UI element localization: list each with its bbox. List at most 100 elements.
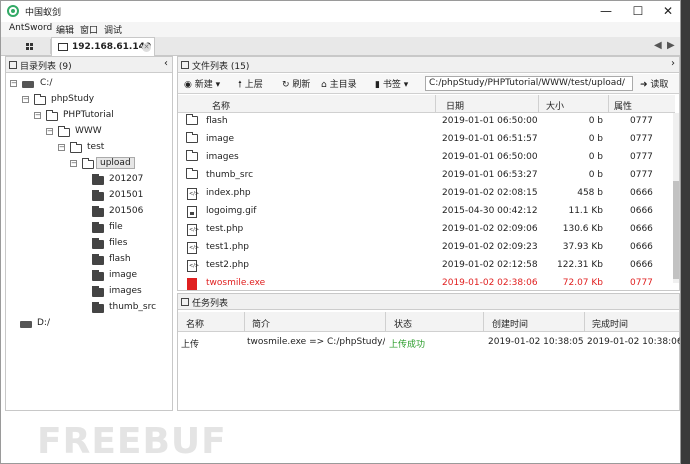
collapse-left-icon[interactable]: ‹: [164, 58, 168, 69]
folder-open-icon: [82, 158, 94, 169]
task-col-desc[interactable]: 简介: [252, 317, 270, 330]
file-size: 72.07 Kb: [562, 278, 603, 288]
tree-toggle-icon[interactable]: −: [58, 144, 65, 151]
file-size: 458 b: [577, 188, 603, 198]
task-desc: twosmile.exe => C:/phpStudy/PHPT: [247, 337, 385, 347]
up-button[interactable]: 🠕 上层: [238, 77, 263, 91]
file-size: 130.6 Kb: [562, 224, 603, 234]
tab-home[interactable]: [9, 39, 51, 54]
task-col-name[interactable]: 名称: [186, 317, 204, 330]
folder-icon: [92, 222, 104, 233]
path-input[interactable]: C:/phpStudy/PHPTutorial/WWW/test/upload/: [425, 76, 633, 91]
file-size: 122.31 Kb: [557, 260, 603, 270]
tree-node-label: file: [109, 222, 123, 232]
plus-circle-icon: ◉: [184, 80, 192, 90]
file-row[interactable]: </> test1.php 2019-01-02 02:09:23 37.93 Kb 0…: [178, 239, 675, 257]
read-button[interactable]: ➜ 读取: [640, 77, 668, 90]
menu-window[interactable]: 窗口: [80, 23, 98, 36]
tree-node-label-selected: upload: [96, 157, 135, 169]
folder-icon: [92, 190, 104, 201]
tree-node-label: files: [109, 238, 128, 248]
task-created: 2019-01-02 10:38:05: [488, 337, 584, 347]
background-window-edge: [681, 0, 690, 464]
tab-host-label: 192.168.61.140: [72, 42, 152, 52]
file-perm: 0666: [630, 224, 653, 234]
file-perm: 0777: [630, 134, 653, 144]
home-icon: ⌂: [321, 80, 327, 90]
bookmark-icon: ▮: [375, 80, 380, 90]
folder-open-icon: [34, 94, 46, 105]
tree-node-label: flash: [109, 254, 131, 264]
tree-node-label: WWW: [75, 126, 102, 136]
task-list-icon: [181, 298, 189, 306]
col-name[interactable]: 名称: [212, 99, 230, 112]
tab-scroll-left-icon[interactable]: ◀: [654, 40, 662, 51]
scrollbar-thumb[interactable]: [673, 181, 679, 279]
file-size: 0 b: [588, 170, 603, 180]
antsword-window: 中国蚁剑 — ☐ ✕ AntSword 编辑 窗口 调试 192.168.61.…: [0, 0, 681, 464]
new-button[interactable]: ◉ 新建 ▾: [184, 77, 220, 91]
tree-node-label: thumb_src: [109, 302, 157, 312]
file-row[interactable]: </> test2.php 2019-01-02 02:12:58 122.31 Kb…: [178, 257, 675, 275]
bookmark-button[interactable]: ▮ 书签 ▾: [375, 77, 408, 91]
file-perm: 0777: [630, 278, 653, 288]
col-date[interactable]: 日期: [446, 99, 464, 112]
file-perm: 0666: [630, 206, 653, 216]
col-perm[interactable]: 属性: [614, 99, 632, 112]
refresh-button[interactable]: ↻ 刷新: [282, 77, 310, 91]
directory-panel-header: 目录列表 (9) ‹: [6, 57, 172, 73]
file-row[interactable]: twosmile.exe 2019-01-02 02:38:06 72.07 Kb 0…: [178, 275, 675, 293]
file-date: 2019-01-01 06:51:57: [442, 134, 538, 144]
file-size: 11.1 Kb: [568, 206, 603, 216]
maximize-button[interactable]: ☐: [623, 1, 653, 22]
tree-toggle-icon[interactable]: −: [22, 96, 29, 103]
file-date: 2019-01-02 02:09:06: [442, 224, 538, 234]
minimize-button[interactable]: —: [591, 1, 621, 22]
tab-host[interactable]: 192.168.61.140 ✕: [51, 37, 155, 56]
task-col-finished[interactable]: 完成时间: [592, 317, 628, 330]
directory-panel: 目录列表 (9) ‹ − C:/ − phpStudy − PHPTutoria…: [5, 56, 173, 411]
menu-debug[interactable]: 调试: [104, 23, 122, 36]
tree-toggle-icon[interactable]: −: [70, 160, 77, 167]
task-table-header: 名称 简介 状态 创建时间 完成时间: [178, 312, 679, 332]
file-name: logoimg.gif: [206, 206, 257, 216]
home-button[interactable]: ⌂ 主目录: [321, 77, 357, 91]
new-label: 新建: [194, 80, 213, 90]
arrow-up-icon: 🠕: [238, 80, 242, 90]
file-name: test.php: [206, 224, 244, 234]
file-date: 2019-01-02 02:12:58: [442, 260, 538, 270]
file-row[interactable]: </> index.php 2019-01-02 02:08:15 458 b 0666: [178, 185, 675, 203]
directory-panel-title: 目录列表 (9): [20, 62, 72, 72]
task-col-created[interactable]: 创建时间: [492, 317, 528, 330]
drive-icon: [20, 321, 32, 328]
task-panel-title: 任务列表: [192, 299, 229, 309]
file-row[interactable]: logoimg.gif 2015-04-30 00:42:12 11.1 Kb 066…: [178, 203, 675, 221]
file-perm: 0666: [630, 260, 653, 270]
file-date: 2015-04-30 00:42:12: [442, 206, 538, 216]
file-name: flash: [206, 116, 228, 126]
file-row[interactable]: flash 2019-01-01 06:50:00 0 b 0777: [178, 113, 675, 131]
file-row[interactable]: thumb_src 2019-01-01 06:53:27 0 b 0777: [178, 167, 675, 185]
task-row[interactable]: 上传 twosmile.exe => C:/phpStudy/PHPT 上传成功…: [178, 334, 680, 352]
col-size[interactable]: 大小: [546, 99, 564, 112]
close-button[interactable]: ✕: [653, 1, 680, 22]
menu-antsword[interactable]: AntSword: [9, 23, 52, 33]
file-row[interactable]: images 2019-01-01 06:50:00 0 b 0777: [178, 149, 675, 167]
file-list-scrollbar[interactable]: [673, 113, 679, 283]
file-date: 2019-01-01 06:50:00: [442, 152, 538, 162]
tree-toggle-icon[interactable]: −: [10, 80, 17, 87]
task-name: 上传: [181, 340, 200, 350]
tree-node-label: test: [87, 142, 105, 152]
file-row[interactable]: </> test.php 2019-01-02 02:09:06 130.6 Kb 06…: [178, 221, 675, 239]
tree-node-label: 201501: [109, 190, 144, 200]
tree-node-label: phpStudy: [51, 94, 95, 104]
file-row[interactable]: image 2019-01-01 06:51:57 0 b 0777: [178, 131, 675, 149]
tab-scroll-right-icon[interactable]: ▶: [667, 40, 675, 51]
tree-toggle-icon[interactable]: −: [46, 128, 53, 135]
tree-toggle-icon[interactable]: −: [34, 112, 41, 119]
task-col-status[interactable]: 状态: [394, 317, 412, 330]
collapse-right-icon[interactable]: ›: [671, 58, 675, 69]
directory-list-icon: [9, 61, 17, 69]
tab-close-icon[interactable]: ✕: [142, 43, 151, 52]
menu-edit[interactable]: 编辑: [56, 23, 74, 36]
